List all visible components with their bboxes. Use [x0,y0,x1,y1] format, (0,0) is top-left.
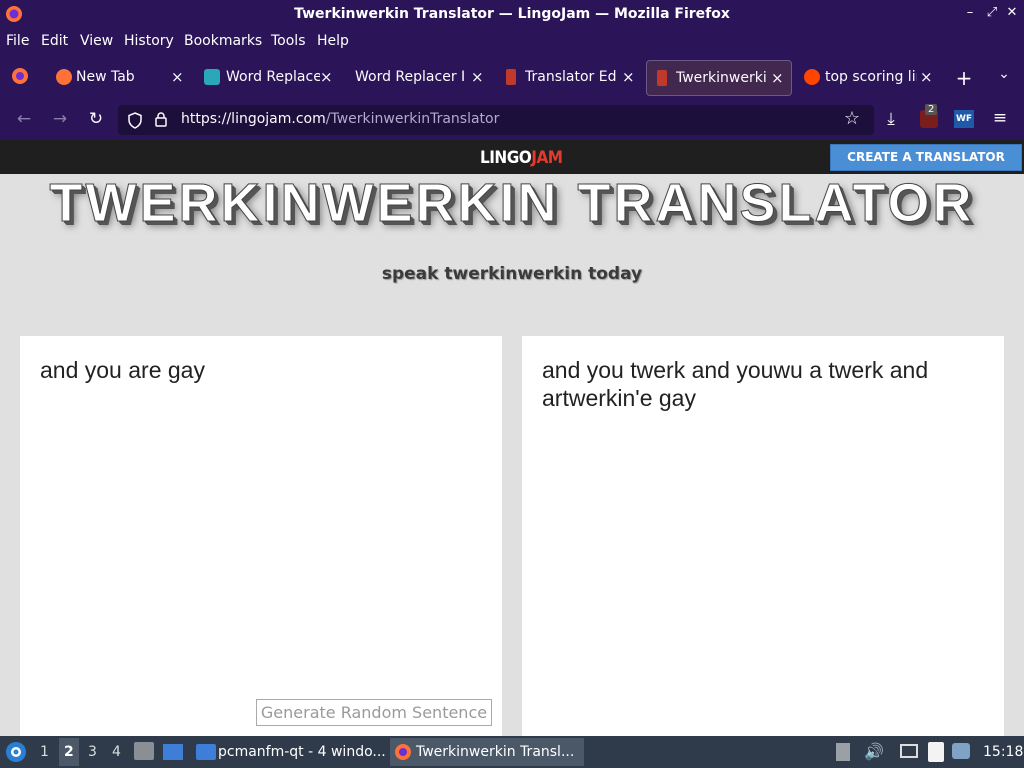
menu-file[interactable]: File [6,33,29,49]
extension-icon[interactable]: WF [954,110,974,128]
start-menu-icon[interactable] [5,741,27,763]
tab-label: top scoring lin [825,69,917,85]
network-icon[interactable] [900,744,918,758]
page-title: TWERKINWERKIN TRANSLATOR [49,173,975,234]
desktop-icon[interactable] [163,744,183,760]
taskbar: 1 2 3 4 pcmanfm-qt - 4 windo... Twerkinw… [0,736,1024,768]
input-text[interactable]: and you are gay [40,356,482,384]
firefox-view-icon[interactable] [11,67,29,85]
bookmark-star-icon[interactable]: ☆ [840,108,864,129]
lingojam-tab-icon [506,69,516,85]
menu-history[interactable]: History [124,33,174,49]
tab-word-replacer-ii[interactable]: Word Replacer II × [344,60,490,94]
taskbar-item-label: Twerkinwerkin Transl... [416,744,575,760]
workspace-1[interactable]: 1 [40,744,49,760]
url-bar[interactable]: https://lingojam.com/TwerkinwerkinTransl… [118,105,874,135]
taskbar-item-firefox[interactable]: Twerkinwerkin Transl... [390,738,584,766]
puzzle-icon [204,69,220,85]
maximize-button[interactable]: ⤢ [984,5,1000,21]
lock-icon[interactable] [154,111,168,128]
url-host: https://lingojam.com [181,111,326,127]
new-tab-plus-icon[interactable]: + [952,66,976,90]
tab-label: Translator Edit [525,69,617,85]
page-subtitle: speak twerkinwerkin today [381,264,643,284]
menu-tools[interactable]: Tools [271,33,306,49]
firefox-tab-icon [56,69,72,85]
tab-translator-edit[interactable]: Translator Edit × [498,60,640,94]
output-text[interactable]: and you twerk and youwu a twerk and artw… [542,356,984,412]
lingojam-tab-icon [657,70,667,86]
close-tab-icon[interactable]: × [171,68,185,86]
tab-strip: New Tab × Word Replacer × Word Replacer … [0,54,1024,100]
workspace-3[interactable]: 3 [88,744,97,760]
notification-icon[interactable] [952,743,970,759]
forward-arrow-icon[interactable]: → [48,109,72,129]
taskbar-item-pcmanfm[interactable]: pcmanfm-qt - 4 windo... [192,738,386,766]
generate-random-sentence-button[interactable]: Generate Random Sentence [256,699,492,726]
create-translator-button[interactable]: CREATE A TRANSLATOR [830,144,1022,171]
back-arrow-icon[interactable]: ← [12,109,36,129]
tab-label: Twerkinwerkin [676,70,768,86]
reddit-icon [804,69,820,85]
tab-twerkinwerkin[interactable]: Twerkinwerkin × [646,60,792,96]
system-tray-arrow-icon[interactable] [836,743,850,761]
ublock-icon[interactable]: 2 [920,104,938,128]
reload-icon[interactable]: ↻ [84,109,108,129]
shield-icon[interactable] [127,112,143,129]
window-title: Twerkinwerkin Translator — LingoJam — Mo… [294,6,730,22]
menu-edit[interactable]: Edit [41,33,68,49]
input-textarea[interactable]: and you are gay [20,336,502,736]
lingojam-logo[interactable]: LINGOJAM [480,148,563,168]
close-tab-icon[interactable]: × [320,68,334,86]
tab-top-scoring[interactable]: top scoring lin × [796,60,942,94]
tab-word-replacer[interactable]: Word Replacer × [196,60,336,94]
workspace-2-active[interactable]: 2 [59,738,79,766]
clipboard-icon[interactable] [928,742,944,762]
hamburger-menu-icon[interactable]: ≡ [988,108,1012,128]
tab-label: Word Replacer II [355,69,465,85]
logo-jam: JAM [531,148,563,168]
volume-icon[interactable]: 🔊 [864,742,884,761]
close-tab-icon[interactable]: × [622,68,636,86]
close-window-button[interactable]: ✕ [1004,5,1020,21]
workspace-4[interactable]: 4 [112,744,121,760]
menu-view[interactable]: View [80,33,113,49]
tab-new-tab[interactable]: New Tab × [48,60,188,94]
output-textarea[interactable]: and you twerk and youwu a twerk and artw… [522,336,1004,736]
file-manager-launcher-icon[interactable] [134,742,154,760]
close-tab-icon[interactable]: × [920,68,934,86]
folder-icon [196,744,216,760]
logo-lingo: LINGO [480,148,532,168]
clock: 15:18 [983,744,1024,760]
url-path: /TwerkinwerkinTranslator [325,111,500,127]
menu-bookmarks[interactable]: Bookmarks [184,33,262,49]
menu-bar: File Edit View History Bookmarks Tools H… [0,29,1024,54]
downloads-icon[interactable]: ⤓ [879,109,903,129]
minimize-button[interactable]: – [962,5,978,21]
close-tab-icon[interactable]: × [471,68,485,86]
ublock-badge: 2 [925,104,938,115]
menu-help[interactable]: Help [317,33,349,49]
taskbar-item-label: pcmanfm-qt - 4 windo... [218,744,386,760]
list-all-tabs-chevron-icon[interactable]: ⌄ [992,66,1016,82]
close-tab-icon[interactable]: × [771,69,785,87]
tab-label: New Tab [76,69,135,85]
url-text[interactable]: https://lingojam.com/TwerkinwerkinTransl… [181,111,499,127]
firefox-icon [395,744,411,760]
tab-label: Word Replacer [226,69,320,85]
window-titlebar: Twerkinwerkin Translator — LingoJam — Mo… [0,0,1024,29]
